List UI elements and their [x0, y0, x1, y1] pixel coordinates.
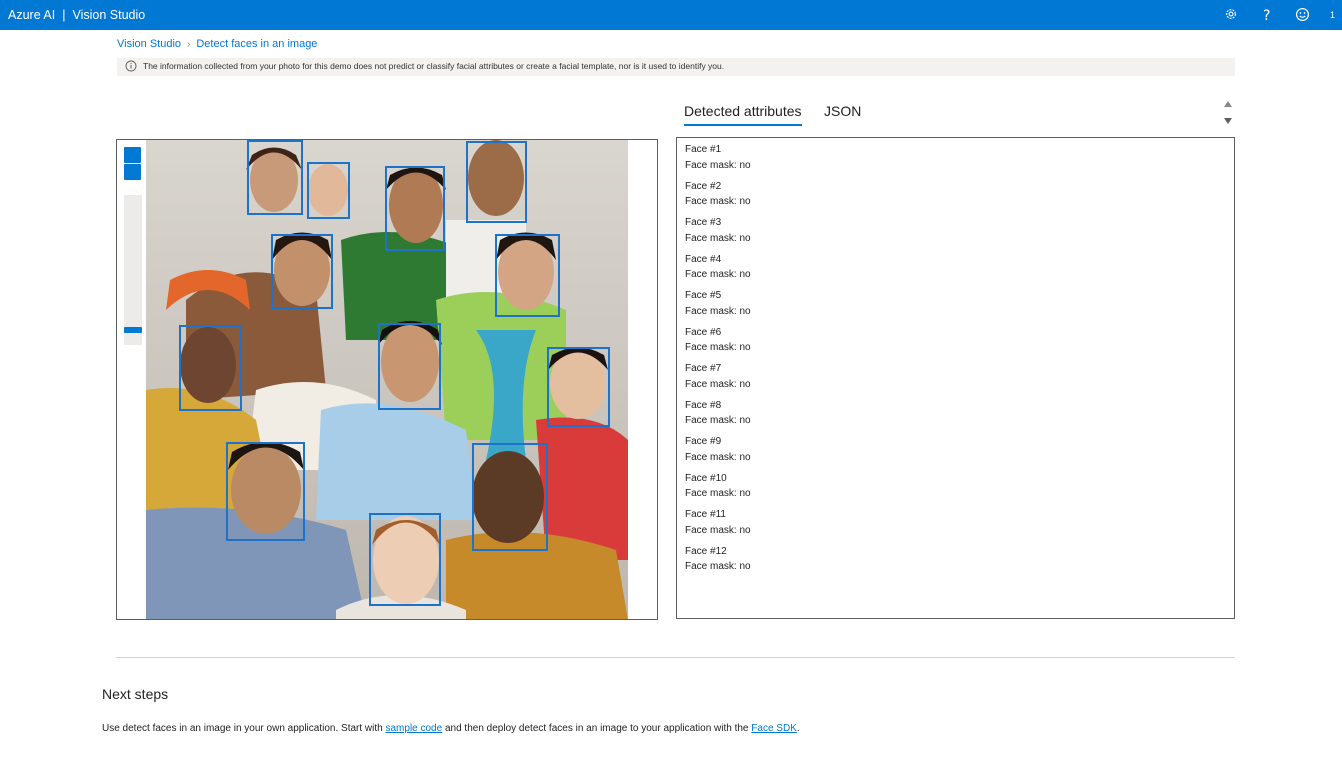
face-result-mask: Face mask: no — [685, 378, 751, 390]
breadcrumb-detect-faces[interactable]: Detect faces in an image — [196, 38, 317, 50]
info-banner-text: The information collected from your phot… — [143, 61, 725, 71]
section-divider — [116, 657, 1235, 658]
face-result-title: Face #9 — [685, 436, 722, 447]
tab-json[interactable]: JSON — [824, 103, 861, 119]
chevron-right-icon: › — [187, 39, 191, 50]
breadcrumb: Vision Studio › Detect faces in an image — [117, 38, 317, 50]
face-sdk-link[interactable]: Face SDK — [751, 723, 797, 734]
notification-count[interactable]: 1 — [1330, 10, 1335, 20]
face-result-title: Face #3 — [685, 217, 722, 228]
tab-detected-attributes[interactable]: Detected attributes — [684, 103, 802, 126]
next-steps-text: Use detect faces in an image in your own… — [102, 723, 800, 734]
face-result-title: Face #4 — [685, 253, 722, 265]
info-icon — [125, 60, 137, 72]
face-result-title: Face #7 — [685, 363, 722, 374]
zoom-out-button[interactable] — [124, 164, 141, 180]
face-result-item: Face #11 Face mask: no — [685, 507, 751, 538]
brand-label: Azure AI — [8, 8, 56, 22]
face-result-title: Face #12 — [685, 545, 727, 557]
zoom-slider-track[interactable] — [124, 195, 142, 345]
face-result-title: Face #5 — [685, 290, 722, 301]
face-result-item: Face #9 Face mask: no — [685, 434, 751, 465]
face-result-mask: Face mask: no — [685, 488, 751, 499]
face-result-mask: Face mask: no — [685, 196, 751, 207]
app-brand[interactable]: Azure AI | Vision Studio — [8, 8, 145, 22]
gear-icon[interactable] — [1224, 7, 1240, 23]
next-steps-text-before: Use detect faces in an image in your own… — [102, 723, 386, 734]
next-steps-text-after: . — [796, 723, 800, 734]
face-result-item: Face #10 Face mask: no — [685, 471, 751, 502]
zoom-in-button[interactable] — [124, 147, 141, 163]
brand-separator: | — [62, 8, 66, 22]
next-steps-heading: Next steps — [102, 686, 169, 702]
caret-up-icon — [1224, 101, 1232, 107]
face-result-title: Face #8 — [685, 399, 722, 411]
face-result-mask: Face mask: no — [685, 269, 751, 280]
sample-code-link[interactable]: sample code — [385, 723, 442, 734]
face-result-item: Face #8 Face mask: no — [685, 398, 751, 429]
face-result-item: Face #3 Face mask: no — [685, 215, 751, 246]
face-result-mask: Face mask: no — [685, 524, 751, 536]
zoom-slider-thumb[interactable] — [124, 327, 142, 333]
face-result-mask: Face mask: no — [685, 159, 751, 171]
caret-down-icon — [1224, 118, 1232, 124]
face-result-mask: Face mask: no — [685, 342, 751, 353]
detected-attributes-panel[interactable]: Face #1 Face mask: no Face #2 Face mask: no… — [676, 137, 1235, 619]
top-bar: Azure AI | Vision Studio ? 1 — [0, 0, 1342, 30]
face-result-mask: Face mask: no — [685, 305, 751, 317]
zoom-control — [124, 147, 142, 345]
feedback-smiley-icon[interactable] — [1295, 7, 1311, 23]
face-result-title: Face #2 — [685, 180, 722, 192]
next-steps-text-middle: and then deploy detect faces in an image… — [442, 723, 752, 734]
face-result-title: Face #6 — [685, 326, 722, 338]
results-scroll-control[interactable] — [1222, 99, 1234, 127]
image-viewer — [116, 139, 658, 620]
face-result-item: Face #12 Face mask: no — [685, 544, 751, 575]
face-result-item: Face #1 Face mask: no — [685, 142, 751, 173]
face-result-item: Face #4 Face mask: no — [685, 252, 751, 283]
face-result-title: Face #1 — [685, 144, 722, 155]
face-result-title: Face #11 — [685, 509, 726, 520]
group-photo — [146, 140, 628, 619]
face-result-mask: Face mask: no — [685, 232, 751, 244]
face-result-item: Face #7 Face mask: no — [685, 361, 751, 392]
face-result-title: Face #10 — [685, 472, 727, 484]
face-result-item: Face #2 Face mask: no — [685, 179, 751, 210]
face-result-item: Face #5 Face mask: no — [685, 288, 751, 319]
breadcrumb-vision-studio[interactable]: Vision Studio — [117, 38, 181, 50]
face-result-mask: Face mask: no — [685, 561, 751, 572]
svg-text:?: ? — [1263, 8, 1270, 23]
app-name: Vision Studio — [72, 8, 146, 22]
help-icon[interactable]: ? — [1260, 7, 1276, 24]
face-result-item: Face #6 Face mask: no — [685, 325, 751, 356]
face-result-mask: Face mask: no — [685, 415, 751, 426]
info-banner: The information collected from your phot… — [117, 58, 1235, 76]
face-result-mask: Face mask: no — [685, 451, 751, 463]
